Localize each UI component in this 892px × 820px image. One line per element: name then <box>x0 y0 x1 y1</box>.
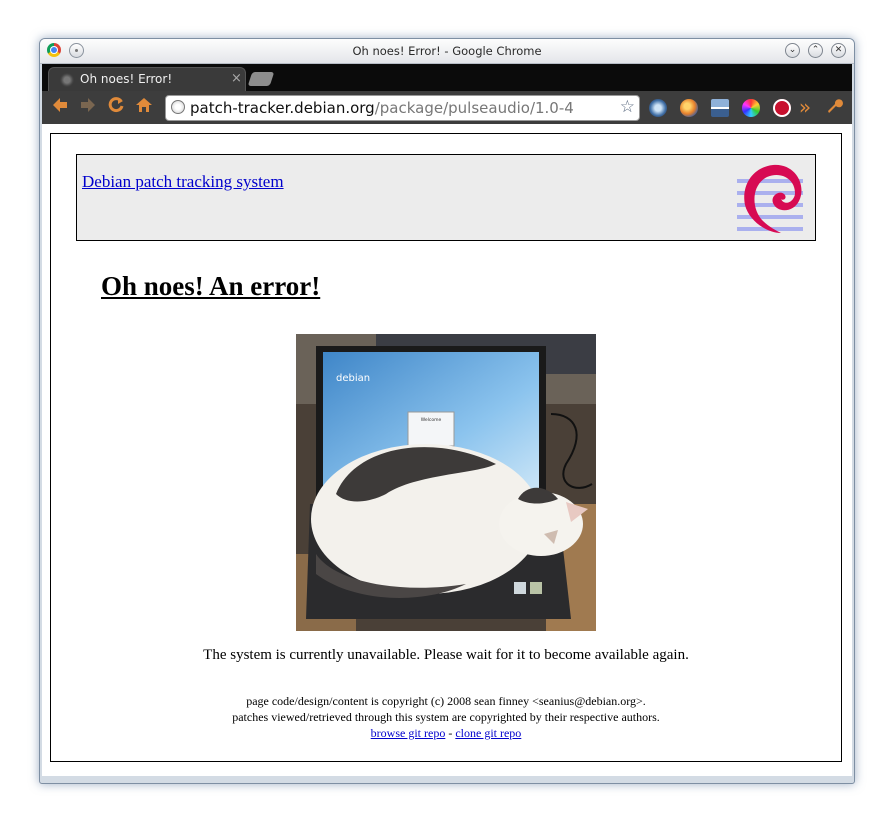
adblock-extension-icon[interactable] <box>773 99 791 117</box>
close-window-button[interactable]: ✕ <box>831 43 846 58</box>
title-bar: Oh noes! Error! - Google Chrome ⌄ ⌃ ✕ <box>40 39 854 64</box>
page-footer: page code/design/content is copyright (c… <box>51 693 841 741</box>
forward-icon[interactable] <box>77 96 99 118</box>
tab-strip: Oh noes! Error! × <box>42 64 852 92</box>
tab-close-icon[interactable]: × <box>231 71 242 86</box>
back-icon[interactable] <box>49 96 71 118</box>
cat-on-laptop-photo: debian Welcome <box>296 334 596 631</box>
window-title: Oh noes! Error! - Google Chrome <box>352 44 542 58</box>
clone-git-repo-link[interactable]: clone git repo <box>455 726 521 740</box>
page-frame: Debian patch tracking system Oh noes! An… <box>50 133 842 762</box>
wrench-icon[interactable] <box>823 96 845 118</box>
site-title-link[interactable]: Debian patch tracking system <box>82 172 284 192</box>
maximize-button[interactable]: ⌃ <box>808 43 823 58</box>
firefox-extension-icon[interactable] <box>680 99 698 117</box>
color-picker-extension-icon[interactable] <box>742 99 760 117</box>
browse-git-repo-link[interactable]: browse git repo <box>371 726 446 740</box>
globe-icon <box>171 100 185 114</box>
screenshot-extension-icon[interactable] <box>711 99 729 117</box>
minimize-button[interactable]: ⌄ <box>785 43 800 58</box>
page-content: Debian patch tracking system Oh noes! An… <box>42 124 852 776</box>
link-separator: - <box>445 726 456 740</box>
unavailable-message: The system is currently unavailable. Ple… <box>203 647 689 663</box>
repo-links: browse git repo - clone git repo <box>51 725 841 741</box>
extension-1-icon[interactable] <box>649 99 667 117</box>
patches-copyright-line: patches viewed/retrieved through this sy… <box>232 710 660 724</box>
address-bar[interactable]: patch-tracker.debian.org/package/pulseau… <box>165 95 640 121</box>
browser-toolbar: patch-tracker.debian.org/package/pulseau… <box>42 91 852 124</box>
photo-dialog-title: Welcome <box>421 417 442 423</box>
site-header: Debian patch tracking system <box>76 154 816 241</box>
url-text[interactable]: patch-tracker.debian.org/package/pulseau… <box>190 99 574 117</box>
home-icon[interactable] <box>133 96 155 118</box>
debian-swirl-logo <box>737 164 803 233</box>
photo-screen-brand: debian <box>336 373 370 384</box>
new-tab-button[interactable] <box>247 72 275 86</box>
tab-title: Oh noes! Error! <box>80 72 173 86</box>
browser-window: Oh noes! Error! - Google Chrome ⌄ ⌃ ✕ Oh… <box>39 38 855 784</box>
tab-active[interactable]: Oh noes! Error! × <box>48 67 246 92</box>
bookmark-star-icon[interactable]: ☆ <box>620 97 635 117</box>
tab-favicon-icon <box>60 73 74 87</box>
reload-icon[interactable] <box>105 96 127 118</box>
extensions-overflow-icon[interactable]: » <box>794 96 816 118</box>
copyright-line: page code/design/content is copyright (c… <box>246 694 646 708</box>
error-heading: Oh noes! An error! <box>101 271 321 301</box>
